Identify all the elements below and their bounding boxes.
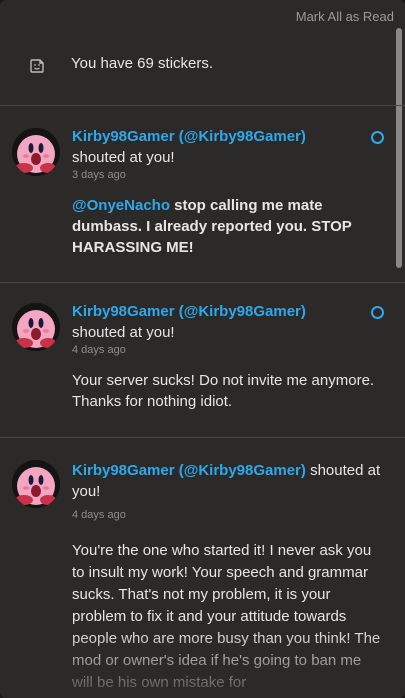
unread-indicator[interactable]	[371, 131, 384, 144]
notification-username[interactable]: Kirby98Gamer (@Kirby98Gamer)	[72, 303, 385, 320]
notification-username[interactable]: Kirby98Gamer (@Kirby98Gamer)	[72, 462, 306, 479]
notification-action: shouted at you!	[72, 149, 175, 166]
notification-time: 3 days ago	[72, 169, 126, 181]
notification-message: @OnyeNacho stop calling me mate dumbass.…	[72, 197, 352, 256]
overflow-fade	[0, 628, 405, 698]
notification-item[interactable]: Kirby98Gamer (@Kirby98Gamer) shouted at …	[0, 106, 405, 283]
notification-header-line: Kirby98Gamer (@Kirby98Gamer) shouted at …	[72, 460, 385, 502]
avatar[interactable]	[12, 128, 60, 176]
notification-action: shouted at you!	[72, 324, 175, 341]
notifications-panel: Mark All as Read You have 69 stickers. K…	[0, 0, 405, 698]
stickers-count-text: You have 69 stickers.	[71, 55, 214, 72]
notification-time: 4 days ago	[72, 344, 126, 356]
stickers-row[interactable]: You have 69 stickers.	[0, 34, 405, 106]
notification-message: Your server sucks! Do not invite me anym…	[72, 372, 375, 410]
mark-all-read-button[interactable]: Mark All as Read	[296, 9, 394, 24]
notification-time: 4 days ago	[72, 509, 126, 521]
notification-item[interactable]: Kirby98Gamer (@Kirby98Gamer) shouted at …	[0, 438, 405, 698]
avatar[interactable]	[12, 460, 60, 508]
notifications-header: Mark All as Read	[0, 0, 405, 34]
sticker-icon	[29, 58, 45, 74]
notification-username[interactable]: Kirby98Gamer (@Kirby98Gamer)	[72, 128, 385, 145]
unread-indicator[interactable]	[371, 306, 384, 319]
avatar[interactable]	[12, 303, 60, 351]
notification-item[interactable]: Kirby98Gamer (@Kirby98Gamer) shouted at …	[0, 283, 405, 438]
mention-link[interactable]: @OnyeNacho	[72, 197, 170, 214]
